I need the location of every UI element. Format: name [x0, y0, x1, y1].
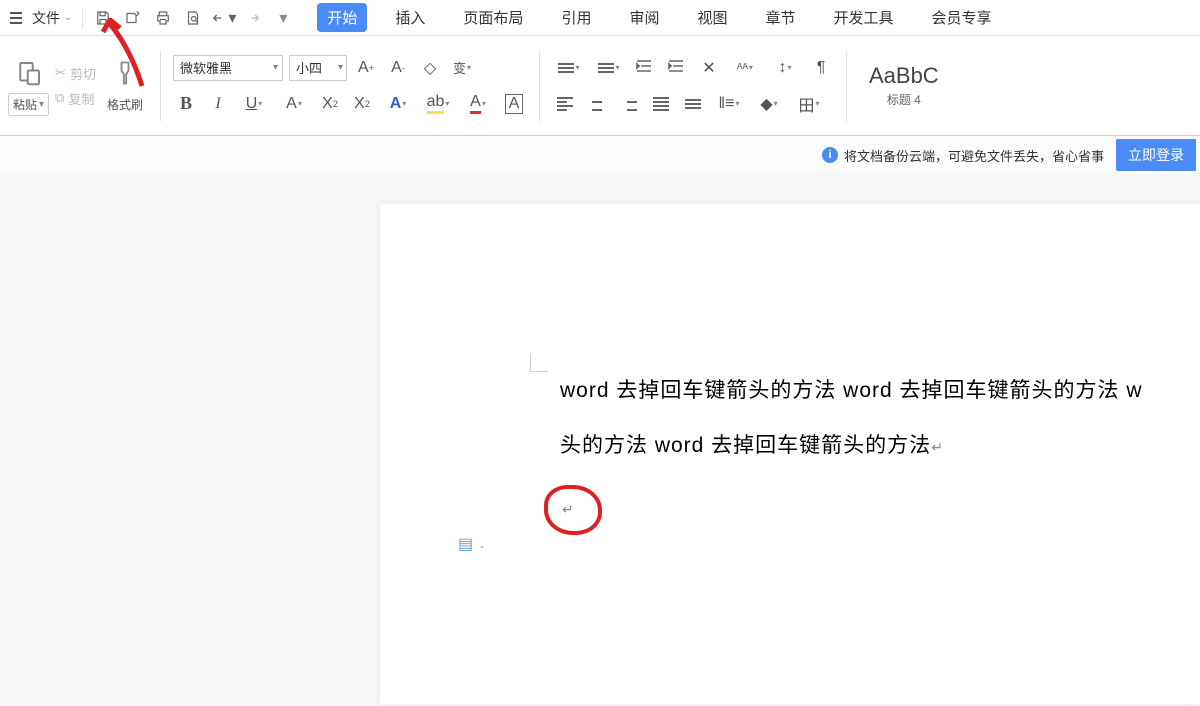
chevron-down-icon: ▾: [338, 62, 343, 73]
copy-icon: ⧉: [55, 90, 64, 106]
paste-label: 粘贴: [13, 96, 37, 113]
format-painter-button[interactable]: 格式刷: [102, 93, 148, 116]
paste-button[interactable]: 粘贴▾: [8, 93, 49, 116]
document-area: word 去掉回车键箭头的方法 word 去掉回车键箭头的方法 w 头的方法 w…: [0, 174, 1200, 706]
notification-bar: i 将文档备份云端，可避免文件丢失，省心省事 立即登录: [0, 136, 1200, 174]
ribbon: 粘贴▾ ✂剪切 ⧉复制 格式刷 微软雅黑▾ 小四▾ A+ A- ◇ 变▾ B I…: [0, 36, 1200, 136]
strikethrough-button[interactable]: A▾: [277, 91, 311, 117]
tab-insert[interactable]: 插入: [385, 3, 435, 32]
copy-label: 复制: [68, 89, 94, 108]
cut-label: 剪切: [70, 64, 96, 83]
align-right-button[interactable]: [616, 91, 642, 117]
separator: [846, 51, 847, 121]
info-icon: i: [822, 147, 838, 163]
annotation-circle: [544, 485, 602, 535]
subscript-button[interactable]: X2: [349, 91, 375, 117]
document-line-2: 头的方法 word 去掉回车键箭头的方法↵: [560, 419, 1180, 474]
print-preview-icon[interactable]: [179, 4, 207, 32]
sort-button[interactable]: ✕: [696, 55, 722, 81]
font-size-select[interactable]: 小四 ▾: [289, 55, 347, 81]
underline-button[interactable]: U▾: [237, 91, 271, 117]
paste-group: 粘贴▾: [8, 55, 49, 116]
separator: [539, 51, 540, 121]
bold-button[interactable]: B: [173, 91, 199, 117]
separator: [82, 8, 83, 28]
separator: [160, 51, 161, 121]
tab-sections[interactable]: 章节: [755, 3, 805, 32]
grow-font-button[interactable]: A+: [353, 55, 379, 81]
menu-icon[interactable]: [6, 8, 26, 28]
tab-home[interactable]: 开始: [317, 3, 367, 32]
bullets-button[interactable]: ▾: [552, 55, 586, 81]
ribbon-tabs: 开始 插入 页面布局 引用 审阅 视图 章节 开发工具 会员专享: [317, 0, 1001, 35]
file-label: 文件: [32, 8, 60, 28]
font-name-value: 微软雅黑: [180, 58, 232, 77]
char-border-button[interactable]: A: [501, 91, 527, 117]
clear-format-button[interactable]: ◇: [417, 55, 443, 81]
increase-indent-button[interactable]: [664, 55, 690, 81]
document-line-1: word 去掉回车键箭头的方法 word 去掉回车键箭头的方法 w: [560, 364, 1180, 419]
title-bar: 文件 ⌄ ▾ ▾ 开始 插入 页面布局 引用 审阅 视图 章节 开发工具 会员专享: [0, 0, 1200, 36]
font-size-value: 小四: [296, 58, 322, 77]
cut-button[interactable]: ✂剪切: [55, 64, 96, 83]
cloud-backup-message: i 将文档备份云端，可避免文件丢失，省心省事: [822, 146, 1104, 165]
style-heading4[interactable]: AaBbC 标题 4: [869, 63, 939, 108]
borders-button[interactable]: 田▾: [792, 91, 826, 117]
align-justify-button[interactable]: [648, 91, 674, 117]
clipboard-col: ✂剪切 ⧉复制: [55, 64, 96, 108]
tab-references[interactable]: 引用: [551, 3, 601, 32]
tab-view[interactable]: 视图: [687, 3, 737, 32]
paste-icon[interactable]: [11, 55, 47, 91]
brush-icon[interactable]: [107, 55, 143, 91]
font-name-select[interactable]: 微软雅黑 ▾: [173, 55, 283, 81]
line-spacing-button[interactable]: ‖≡▾: [712, 91, 746, 117]
print-icon[interactable]: [149, 4, 177, 32]
margin-corner-icon: [530, 354, 548, 372]
page-action-dash: -: [480, 539, 484, 553]
style-name: 标题 4: [887, 91, 921, 108]
shrink-font-button[interactable]: A-: [385, 55, 411, 81]
shading-button[interactable]: ◆▾: [752, 91, 786, 117]
format-painter-group: 格式刷: [102, 55, 148, 116]
align-left-button[interactable]: [552, 91, 578, 117]
more-qat-icon[interactable]: ▾: [269, 4, 297, 32]
style-preview: AaBbC: [869, 63, 939, 89]
chevron-down-icon: ▾: [273, 62, 278, 73]
tab-review[interactable]: 审阅: [619, 3, 669, 32]
tab-page-layout[interactable]: 页面布局: [453, 3, 533, 32]
numbering-button[interactable]: ▾: [592, 55, 626, 81]
redo-icon[interactable]: [239, 4, 267, 32]
scissors-icon: ✂: [55, 65, 66, 81]
document-page[interactable]: word 去掉回车键箭头的方法 word 去掉回车键箭头的方法 w 头的方法 w…: [380, 204, 1200, 704]
show-marks-button[interactable]: ¶: [808, 55, 834, 81]
notification-text: 将文档备份云端，可避免文件丢失，省心省事: [844, 146, 1104, 165]
font-color-button[interactable]: A▾: [461, 91, 495, 117]
distribute-button[interactable]: [680, 91, 706, 117]
save-icon[interactable]: [89, 4, 117, 32]
chevron-down-icon: ⌄: [64, 12, 72, 23]
save-as-icon[interactable]: [119, 4, 147, 32]
file-menu[interactable]: 文件 ⌄: [28, 6, 76, 30]
line-spacing2-button[interactable]: ↕▾: [768, 55, 802, 81]
tab-developer[interactable]: 开发工具: [824, 3, 904, 32]
text-direction-button[interactable]: ᴬᴬ▾: [728, 55, 762, 81]
phonetic-guide-button[interactable]: 变▾: [449, 55, 475, 81]
login-button[interactable]: 立即登录: [1116, 139, 1196, 171]
page-action-icon[interactable]: ▤: [458, 534, 473, 554]
align-center-button[interactable]: [584, 91, 610, 117]
decrease-indent-button[interactable]: [632, 55, 658, 81]
italic-button[interactable]: I: [205, 91, 231, 117]
paragraph-mark-icon: ↵: [931, 439, 944, 455]
chevron-down-icon: ▾: [39, 99, 44, 110]
highlight-button[interactable]: ab▾: [421, 91, 455, 117]
copy-button[interactable]: ⧉复制: [55, 89, 96, 108]
superscript-button[interactable]: X2: [317, 91, 343, 117]
text-effects-button[interactable]: A▾: [381, 91, 415, 117]
undo-icon[interactable]: ▾: [209, 4, 237, 32]
tab-member[interactable]: 会员专享: [922, 3, 1002, 32]
